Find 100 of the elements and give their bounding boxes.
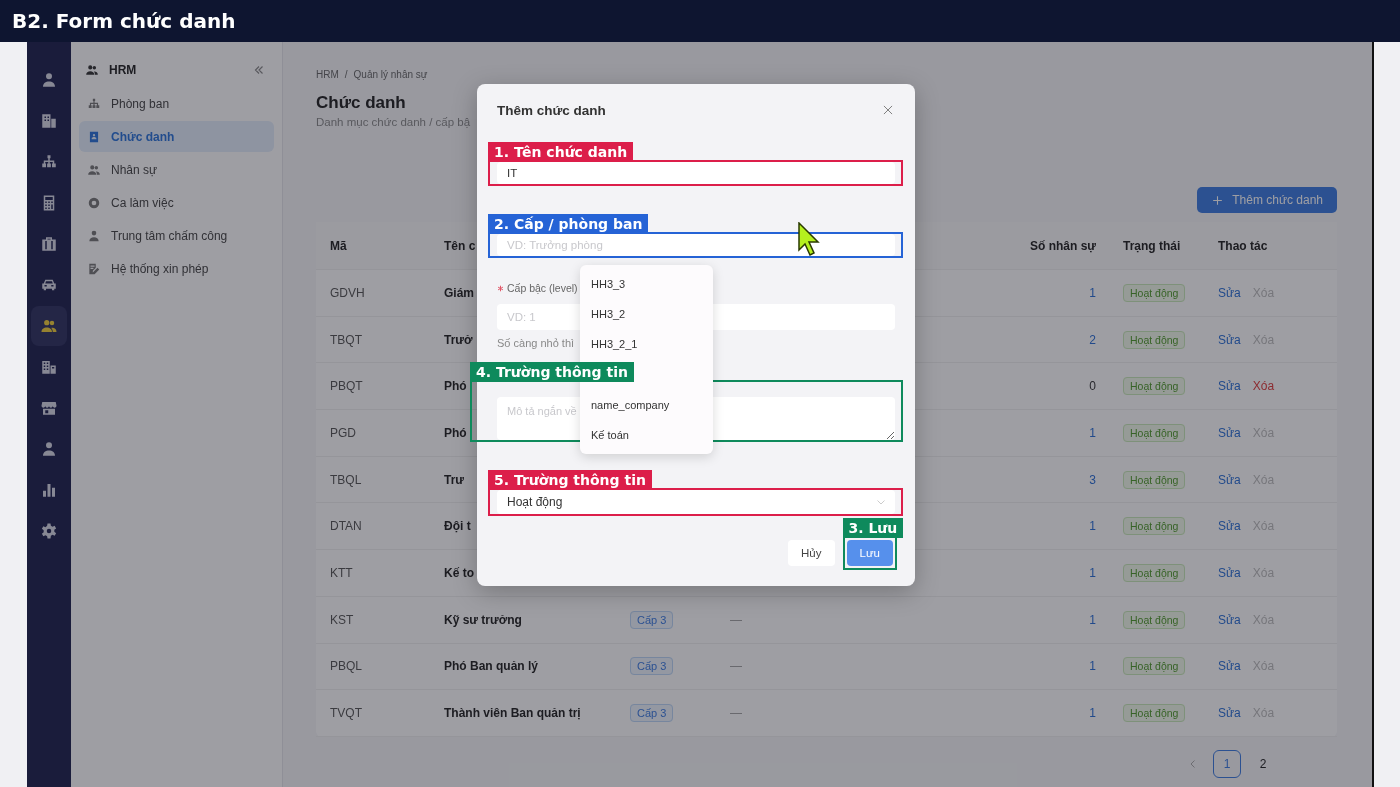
code-cell-text: KST	[329, 612, 355, 627]
edit-link[interactable]: Sửa	[1218, 332, 1241, 347]
status-select[interactable]: Hoạt động	[497, 490, 895, 514]
edit-link[interactable]: Sửa	[1218, 565, 1241, 580]
collapse-icon[interactable]	[252, 63, 266, 77]
page-subtitle: Danh mục chức danh / cấp bậ	[316, 115, 471, 130]
staff-count[interactable]: 1	[1089, 612, 1096, 627]
code-cell-text: PGD	[329, 425, 357, 440]
status-tag: Hoạt động	[1123, 563, 1186, 582]
title-name-cell: Kỹ sư trưởng	[444, 612, 522, 627]
staff-count[interactable]: 3	[1089, 472, 1096, 487]
status-tag: Hoạt động	[1123, 470, 1186, 489]
document-pen-icon	[87, 261, 101, 276]
level-tag: Cấp 3	[630, 657, 674, 676]
code-cell-text: PBQL	[329, 659, 363, 674]
breadcrumb-link[interactable]: Quản lý nhân sự	[353, 67, 428, 83]
building-icon	[40, 112, 58, 130]
code-cell-text: TBQL	[329, 472, 363, 487]
status-tag: Hoạt động	[1123, 657, 1186, 676]
edit-link[interactable]: Sửa	[1218, 612, 1241, 627]
page-button[interactable]: 1	[1213, 749, 1241, 778]
sidebar-item[interactable]: Trung tâm chấm công	[79, 220, 274, 251]
delete-link[interactable]: Xóa	[1252, 379, 1275, 394]
status-tag: Hoạt động	[1123, 610, 1186, 629]
code-cell-text: KTT	[329, 565, 354, 580]
annotation-label: 4. Trường thông tin	[470, 362, 634, 382]
office-building-icon	[40, 358, 58, 376]
status-tag: Hoạt động	[1123, 517, 1186, 536]
bar-chart-icon	[40, 481, 58, 499]
text-field[interactable]: IT	[497, 162, 895, 184]
staff-count[interactable]: 1	[1089, 425, 1096, 440]
dialog-title: Thêm chức danh	[497, 102, 606, 118]
annotation-label: 3. Lưu	[842, 518, 904, 538]
annotation-label: 5. Trường thông tin	[488, 470, 652, 490]
code-cell-text: GDVH	[329, 285, 366, 300]
people-icon	[87, 162, 101, 177]
breadcrumb-separator: /	[344, 68, 348, 82]
field-label: Cấp bậc (level)	[507, 282, 578, 294]
close-icon[interactable]	[881, 103, 895, 117]
people-icon	[40, 317, 58, 335]
sidebar-item[interactable]: Phòng ban	[79, 88, 274, 119]
edit-link[interactable]: Sửa	[1218, 659, 1241, 674]
title-name-cell: Thành viên Ban quản trị	[444, 706, 581, 721]
dropdown-option[interactable]: HH3_2_1	[580, 329, 713, 359]
code-cell-text: PBQT	[329, 379, 364, 394]
sidebar-item[interactable]: Hệ thống xin phép	[79, 253, 274, 284]
edit-link[interactable]: Sửa	[1218, 472, 1241, 487]
level-tag: Cấp 3	[630, 704, 674, 723]
title-name-cell: Phó	[444, 379, 467, 394]
title-name-cell: Phó Ban quản lý	[444, 659, 538, 674]
staff-count[interactable]: 2	[1089, 332, 1096, 347]
column-header: Mã	[330, 238, 347, 253]
edit-link[interactable]: Sửa	[1218, 285, 1241, 300]
status-tag: Hoạt động	[1123, 377, 1186, 396]
column-header: Thao tác	[1218, 238, 1268, 253]
banner-title: B2. Form chức danh	[0, 0, 1400, 42]
add-title-button[interactable]: Thêm chức danh	[1197, 187, 1337, 213]
cursor-icon	[798, 222, 820, 256]
title-name-cell: Phó	[444, 425, 467, 440]
sidebar-item[interactable]: Nhân sự	[79, 154, 274, 185]
save-button[interactable]: Lưu	[846, 540, 893, 566]
briefcase-icon	[40, 235, 58, 253]
staff-count[interactable]: 1	[1089, 565, 1096, 580]
staff-count[interactable]: 1	[1089, 659, 1096, 674]
cancel-button[interactable]: Hủy	[788, 540, 835, 566]
edit-link[interactable]: Sửa	[1218, 706, 1241, 721]
person-icon	[87, 228, 101, 243]
sidebar-item[interactable]: Ca làm việc	[79, 187, 274, 218]
sidebar-item[interactable]: Chức danh	[79, 121, 274, 152]
id-badge-icon	[87, 129, 101, 144]
plus-icon	[1211, 193, 1225, 207]
note-cell: —	[730, 706, 742, 721]
staff-count[interactable]: 1	[1089, 285, 1096, 300]
sidebar-title: HRM	[109, 63, 138, 77]
level-tag: Cấp 3	[630, 610, 674, 629]
dropdown-option[interactable]: HH3_3	[580, 269, 713, 299]
edit-link[interactable]: Sửa	[1218, 425, 1241, 440]
title-name-cell: Trưở	[444, 332, 473, 347]
edit-link[interactable]: Sửa	[1218, 379, 1241, 394]
people-icon	[85, 63, 99, 77]
staff-count[interactable]: 1	[1089, 706, 1096, 721]
dropdown-option[interactable]: name_company	[580, 390, 713, 420]
status-tag: Hoạt động	[1123, 704, 1186, 723]
rail-nav-button[interactable]	[31, 306, 67, 346]
breadcrumb-link[interactable]: HRM	[316, 67, 339, 83]
dropdown-option[interactable]: Kế toán	[580, 420, 713, 450]
staff-count[interactable]: 1	[1089, 519, 1096, 534]
edit-link[interactable]: Sửa	[1218, 519, 1241, 534]
status-tag: Hoạt động	[1123, 423, 1186, 442]
page-button[interactable]: 2	[1249, 749, 1277, 778]
dropdown-option[interactable]: HH3_2	[580, 299, 713, 329]
annotation-label: 2. Cấp / phòng ban	[488, 214, 649, 234]
annotation-label: 1. Tên chức danh	[488, 142, 634, 162]
status-tag: Hoạt động	[1123, 283, 1186, 302]
staff-count: 0	[1089, 379, 1096, 394]
gear-icon	[40, 522, 58, 540]
title-name-cell: Trư	[444, 472, 465, 487]
title-name-cell: Giám	[444, 285, 474, 300]
page-title: Chức danh	[316, 92, 406, 114]
person-icon	[40, 440, 58, 458]
